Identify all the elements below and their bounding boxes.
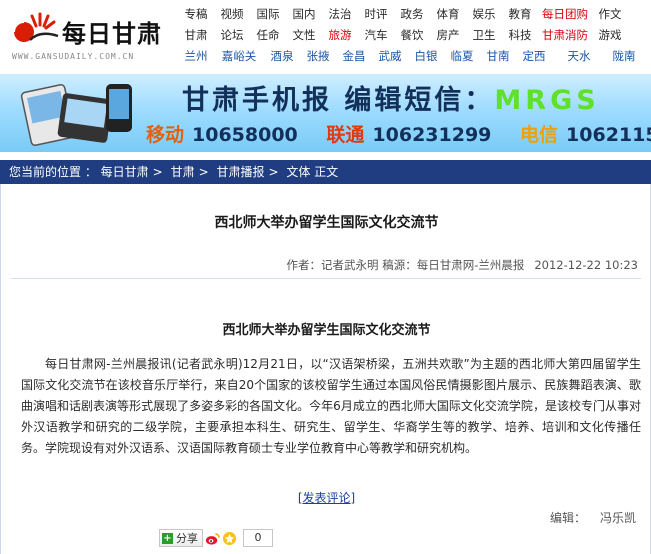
- article-body: 每日甘肃网-兰州晨报讯(记者武永明)12月21日，以“汉语架桥梁，五洲共欢歌”为…: [21, 357, 641, 455]
- article-subtitle: 西北师大举办留学生国际文化交流节: [222, 323, 431, 338]
- nav-link[interactable]: 临夏: [444, 48, 480, 64]
- site-logo[interactable]: 每日甘肃 WWW.GANSUDAILY.COM.CN: [6, 6, 176, 66]
- nav-link[interactable]: 陇南: [606, 48, 642, 64]
- nav-link[interactable]: 文性: [286, 27, 322, 43]
- nav-link[interactable]: 甘南: [480, 48, 516, 64]
- breadcrumb: 您当前的位置 ： 每日甘肃 > 甘肃 > 甘肃播报 > 文体 正文: [0, 160, 651, 184]
- article-editor: 编辑： 冯乐凯: [550, 509, 636, 526]
- article-meta: 作者：记者武永明 稿源：每日甘肃网-兰州晨报 2012-12-22 10:23: [287, 257, 638, 273]
- site-header: 每日甘肃 WWW.GANSUDAILY.COM.CN 专稿 视频 国际 国内 法治 时评政…: [0, 0, 651, 72]
- share-button[interactable]: + 分享: [159, 529, 203, 547]
- publish-datetime: 2012-12-22 10:23: [534, 258, 638, 272]
- logo-brand-text: 每日甘肃: [62, 20, 162, 48]
- nav-link[interactable]: 任命: [250, 27, 286, 43]
- nav-link[interactable]: 酒泉: [264, 48, 300, 64]
- comment-link-wrapper: [发表评论]: [1, 489, 651, 506]
- source-name: 每日甘肃网-兰州晨报: [416, 258, 525, 272]
- editor-label: 编辑：: [549, 511, 586, 525]
- nav-link[interactable]: 房产: [430, 27, 466, 43]
- share-count: 0: [243, 529, 273, 547]
- article-container: 西北师大举办留学生国际文化交流节 作者：记者武永明 稿源：每日甘肃网-兰州晨报 2…: [0, 184, 651, 554]
- editor-name: 冯乐凯: [599, 511, 636, 525]
- nav-link[interactable]: 科技: [502, 27, 538, 43]
- plus-icon: +: [162, 532, 173, 544]
- phones-illustration-icon: [20, 84, 132, 146]
- share-bar: + 分享 0: [159, 529, 273, 547]
- nav-link[interactable]: 体育: [430, 6, 466, 22]
- qzone-icon[interactable]: [222, 531, 237, 546]
- mobile-news-banner[interactable]: 甘肃手机报 编辑短信：MRGS 移动 10658000 联通 106231299 电…: [0, 74, 651, 152]
- article-title: 西北师大举办留学生国际文化交流节: [214, 215, 439, 231]
- carrier-mobile-number: 10658000: [192, 124, 298, 146]
- post-comment-link[interactable]: [发表评论]: [298, 491, 355, 505]
- meta-divider: [11, 278, 641, 279]
- nav-link[interactable]: 每日团购: [538, 6, 592, 22]
- nav-row-3: 兰州 嘉峪关 酒泉 张掖 金昌 武威 白银 临夏 甘南 定西 天水 陇南: [178, 45, 651, 66]
- nav-link[interactable]: 白银: [408, 48, 444, 64]
- logo-mark-icon: [13, 12, 59, 42]
- nav-link[interactable]: 游戏: [592, 27, 628, 43]
- banner-carrier-numbers: 移动 10658000 联通 106231299 电信 1062115: [146, 120, 651, 147]
- nav-link[interactable]: 甘肃: [178, 27, 214, 43]
- nav-link[interactable]: 嘉峪关: [214, 48, 264, 64]
- nav-link[interactable]: 作文: [592, 6, 628, 22]
- nav-link[interactable]: 政务: [394, 6, 430, 22]
- author-label: 作者：: [286, 258, 322, 272]
- category-nav: 专稿 视频 国际 国内 法治 时评 政务 体育 娱乐 教育 每日团购 作文 甘肃 论坛 任命 文性 旅游 汽车餐…: [178, 3, 651, 66]
- nav-link[interactable]: 视频: [214, 6, 250, 22]
- nav-link[interactable]: 张掖: [300, 48, 336, 64]
- carrier-unicom-number: 106231299: [372, 124, 492, 146]
- nav-link[interactable]: 国内: [286, 6, 322, 22]
- nav-link[interactable]: 甘肃消防: [538, 27, 592, 43]
- nav-link[interactable]: 天水: [552, 48, 606, 64]
- nav-link[interactable]: 餐饮: [394, 27, 430, 43]
- nav-link[interactable]: 旅游: [322, 27, 358, 43]
- nav-link[interactable]: 金昌: [336, 48, 372, 64]
- breadcrumb-item-gansu[interactable]: 甘肃: [171, 165, 195, 179]
- nav-link[interactable]: 教育: [502, 6, 538, 22]
- logo-domain-text: WWW.GANSUDAILY.COM.CN: [12, 52, 135, 61]
- banner-sms-code: MRGS: [494, 85, 600, 116]
- weibo-icon[interactable]: [205, 531, 220, 546]
- carrier-telecom-name: 电信: [520, 124, 559, 146]
- nav-link[interactable]: 兰州: [178, 48, 214, 64]
- nav-link[interactable]: 法治: [322, 6, 358, 22]
- nav-link[interactable]: 娱乐: [466, 6, 502, 22]
- nav-link[interactable]: 汽车: [358, 27, 394, 43]
- breadcrumb-item-current: 正文: [314, 165, 339, 179]
- breadcrumb-separator: >: [268, 165, 279, 179]
- breadcrumb-prefix: 您当前的位置 ：: [9, 165, 97, 179]
- nav-link[interactable]: 武威: [372, 48, 408, 64]
- nav-link[interactable]: 专稿: [178, 6, 214, 22]
- carrier-mobile-name: 移动: [146, 124, 185, 146]
- breadcrumb-separator: >: [152, 165, 163, 179]
- breadcrumb-item-home[interactable]: 每日甘肃: [101, 165, 149, 179]
- nav-link[interactable]: 论坛: [214, 27, 250, 43]
- banner-headline-text: 甘肃手机报 编辑短信：: [182, 85, 495, 116]
- nav-link[interactable]: 卫生: [466, 27, 502, 43]
- nav-row-2: 甘肃 论坛 任命 文性 旅游 汽车 餐饮 房产 卫生 科技 甘肃消防 游戏: [178, 24, 651, 45]
- nav-link[interactable]: 时评: [358, 6, 394, 22]
- carrier-unicom-name: 联通: [326, 124, 365, 146]
- breadcrumb-separator: >: [198, 165, 209, 179]
- source-label: 稿源：: [382, 258, 417, 272]
- author-name: 记者武永明: [321, 258, 379, 272]
- banner-headline: 甘肃手机报 编辑短信：MRGS: [182, 78, 600, 117]
- nav-link[interactable]: 国际: [250, 6, 286, 22]
- nav-link[interactable]: 定西: [516, 48, 552, 64]
- nav-row-1: 专稿 视频 国际 国内 法治 时评 政务 体育 娱乐 教育 每日团购 作文: [178, 3, 651, 24]
- breadcrumb-item-broadcast[interactable]: 甘肃播报: [216, 165, 264, 179]
- carrier-telecom-number: 1062115: [566, 124, 651, 146]
- share-label: 分享: [176, 532, 198, 545]
- breadcrumb-item-culture[interactable]: 文体: [286, 165, 310, 179]
